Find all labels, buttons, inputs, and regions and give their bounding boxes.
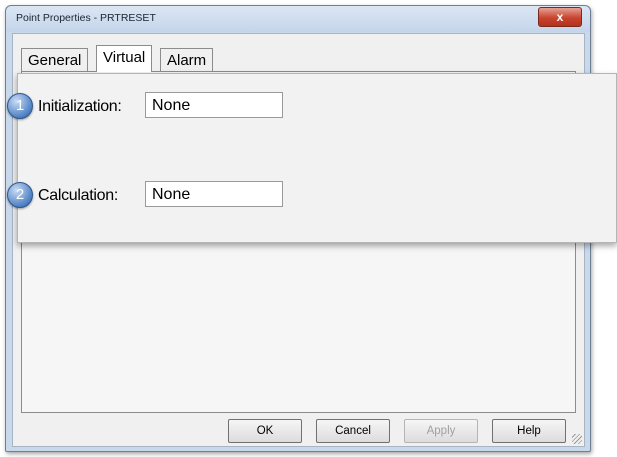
tab-alarm[interactable]: Alarm [160, 48, 214, 71]
tab-general[interactable]: General [21, 48, 89, 71]
initialization-label: Initialization: [38, 98, 122, 115]
cancel-button[interactable]: Cancel [316, 419, 390, 443]
close-button[interactable]: x [538, 7, 582, 27]
help-button[interactable]: Help [492, 419, 566, 443]
apply-button: Apply [404, 419, 478, 443]
close-icon: x [556, 10, 564, 24]
tab-alarm-label: Alarm [167, 52, 207, 69]
resize-grip-icon[interactable] [572, 434, 582, 444]
tab-virtual[interactable]: Virtual [96, 45, 153, 72]
magnified-callout: 1 Initialization: None 2 Calculation: No… [7, 73, 617, 243]
tab-general-label: General [28, 52, 82, 69]
tab-virtual-label: Virtual [103, 49, 146, 66]
calculation-field[interactable]: None [145, 181, 283, 207]
step-1-badge: 1 [7, 93, 33, 119]
window-title: Point Properties - PRTRESET [16, 12, 156, 24]
title-bar[interactable]: Point Properties - PRTRESET x [6, 6, 590, 32]
calculation-label: Calculation: [38, 187, 119, 204]
initialization-field[interactable]: None [145, 92, 283, 118]
ok-button[interactable]: OK [228, 419, 302, 443]
step-2-badge: 2 [7, 182, 33, 208]
